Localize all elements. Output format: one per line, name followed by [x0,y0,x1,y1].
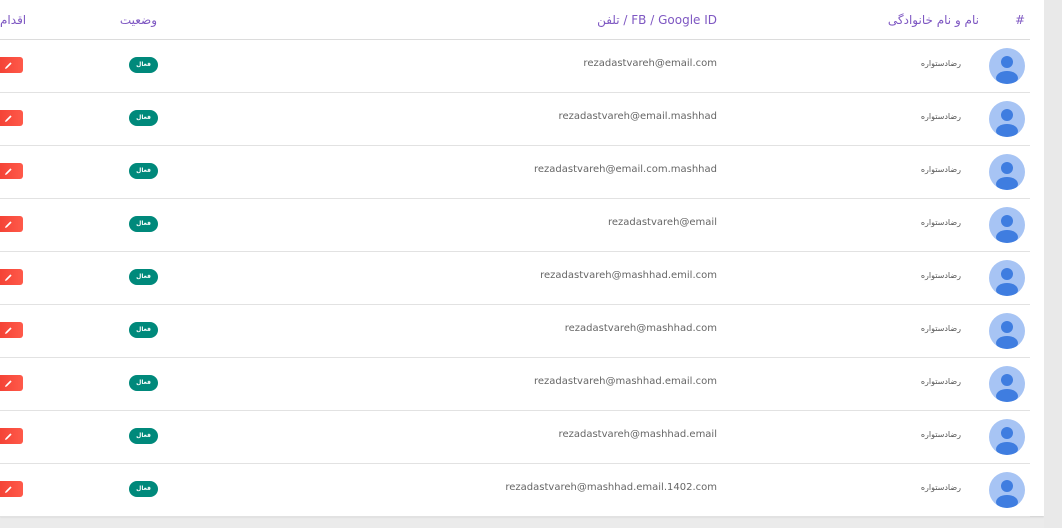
header-full-name: نام و نام خانوادگی [887,13,979,27]
user-contact: rezadastvareh@email.com.mashhad [534,164,717,175]
user-avatar-icon [989,313,1025,349]
status-badge: فعال [129,110,158,126]
user-contact: rezadastvareh@mashhad.emil.com [540,270,717,281]
user-avatar-icon [989,472,1025,508]
header-status: وضعیت [119,13,157,27]
table-header: # نام و نام خانوادگی تلفن / FB / Google … [0,0,1030,40]
table-row: رضادستواره rezadastvareh@mashhad.com فعال [0,305,1030,358]
user-avatar-icon [989,101,1025,137]
table-row: رضادستواره rezadastvareh@email.mashhad فعا… [0,93,1030,146]
table-row: رضادستواره rezadastvareh@email.com.mashha… [0,146,1030,199]
pencil-icon [5,274,12,281]
pencil-icon [5,486,12,493]
user-avatar-icon [989,419,1025,455]
edit-button[interactable] [0,375,23,391]
user-contact: rezadastvareh@email.mashhad [558,111,717,122]
user-contact: rezadastvareh@mashhad.email [558,429,717,440]
user-full-name: رضادستواره [920,324,961,333]
user-full-name: رضادستواره [920,377,961,386]
status-badge: فعال [129,375,158,391]
pencil-icon [5,433,12,440]
user-full-name: رضادستواره [920,218,961,227]
table-row: رضادستواره rezadastvareh@email فعال [0,199,1030,252]
page-scrollbar[interactable] [1044,0,1062,528]
user-avatar-icon [989,260,1025,296]
user-contact: rezadastvareh@email.com [583,58,717,69]
user-full-name: رضادستواره [920,483,961,492]
user-contact: rezadastvareh@mashhad.email.com [534,376,717,387]
pencil-icon [5,168,12,175]
edit-button[interactable] [0,216,23,232]
table-row: رضادستواره rezadastvareh@mashhad.email.co… [0,358,1030,411]
status-badge: فعال [129,216,158,232]
user-avatar-icon [989,366,1025,402]
user-full-name: رضادستواره [920,165,961,174]
pencil-icon [5,62,12,69]
edit-button[interactable] [0,57,23,73]
pencil-icon [5,115,12,122]
table-row: رضادستواره rezadastvareh@mashhad.email فعا… [0,411,1030,464]
status-badge: فعال [129,428,158,444]
status-badge: فعال [129,57,158,73]
edit-button[interactable] [0,428,23,444]
edit-button[interactable] [0,481,23,497]
pencil-icon [5,380,12,387]
header-contact: تلفن / FB / Google ID [597,13,717,27]
table-row: رضادستواره rezadastvareh@mashhad.emil.com… [0,252,1030,305]
user-contact: rezadastvareh@mashhad.email.1402.com [505,482,717,493]
edit-button[interactable] [0,269,23,285]
table-row: رضادستواره rezadastvareh@email.com فعال [0,40,1030,93]
status-badge: فعال [129,481,158,497]
user-full-name: رضادستواره [920,430,961,439]
user-contact: rezadastvareh@email [607,217,717,228]
edit-button[interactable] [0,322,23,338]
pencil-icon [5,327,12,334]
user-contact: rezadastvareh@mashhad.com [564,323,717,334]
status-badge: فعال [129,269,158,285]
user-full-name: رضادستواره [920,271,961,280]
user-avatar-icon [989,48,1025,84]
header-action: اقدام [0,13,27,27]
edit-button[interactable] [0,110,23,126]
user-full-name: رضادستواره [920,59,961,68]
user-avatar-icon [989,154,1025,190]
status-badge: فعال [129,322,158,338]
table-row: رضادستواره rezadastvareh@mashhad.email.14… [0,464,1030,517]
status-badge: فعال [129,163,158,179]
user-full-name: رضادستواره [920,112,961,121]
header-hash: # [1014,13,1025,27]
edit-button[interactable] [0,163,23,179]
user-avatar-icon [989,207,1025,243]
pencil-icon [5,221,12,228]
users-table-card: # نام و نام خانوادگی تلفن / FB / Google … [0,0,1044,517]
